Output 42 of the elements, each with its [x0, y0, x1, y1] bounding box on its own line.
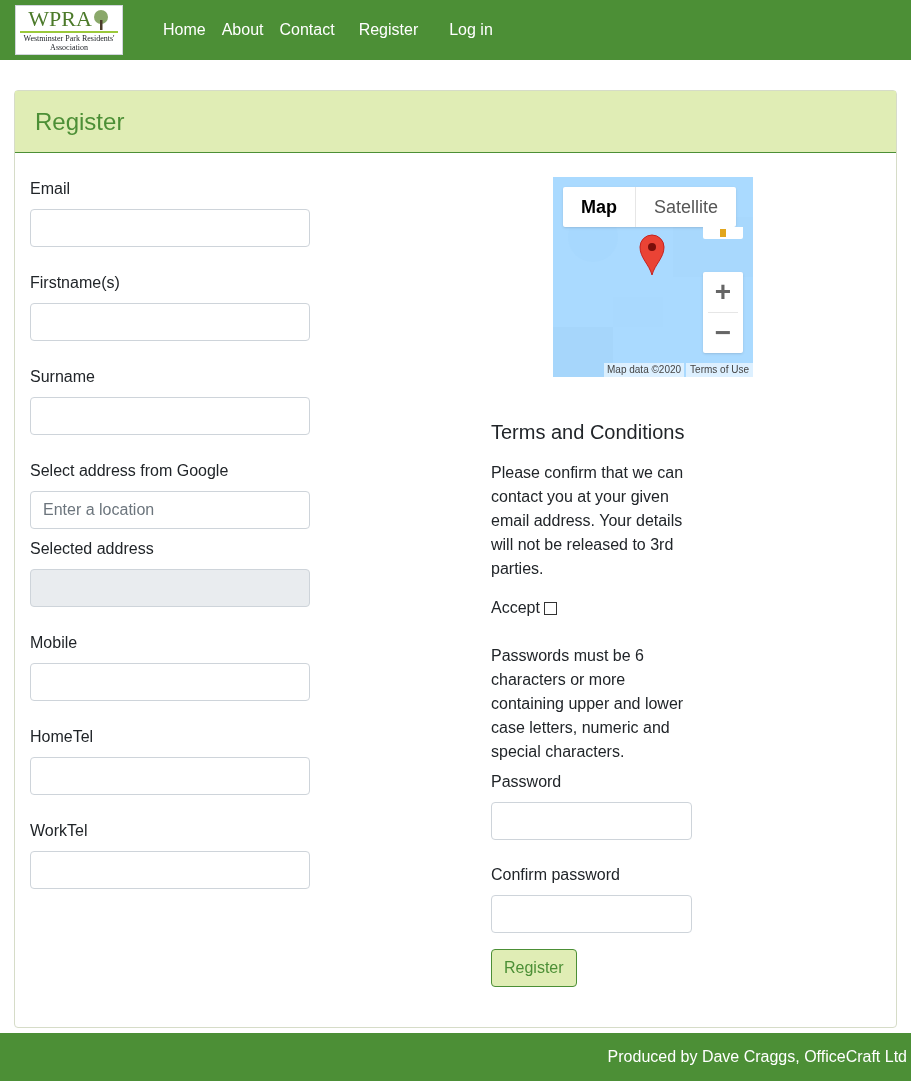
input-field[interactable]: Enter a location: [30, 491, 310, 529]
zoom-in-button[interactable]: +: [703, 272, 743, 312]
terms-text: Please confirm that we can contact you at your given email address. Your details will not be released to 3rd parties.: [491, 463, 685, 579]
input-field[interactable]: [30, 303, 310, 341]
password-field[interactable]: [491, 895, 692, 933]
card-title: Register: [35, 106, 125, 137]
field-label: Select address from Google: [30, 461, 230, 481]
input-field[interactable]: [30, 397, 310, 435]
nav-link[interactable]: About: [221, 18, 264, 42]
checkbox-label: Accept: [491, 598, 540, 618]
field-label: Confirm password: [491, 865, 621, 885]
footer-text: Produced by Dave Craggs, OfficeCraft Ltd: [607, 1047, 907, 1067]
map-pin-icon: [639, 234, 665, 276]
field-label: Email: [30, 179, 71, 199]
map-attribution: Map data ©2020: [604, 363, 685, 377]
logo-text: WPRA: [28, 8, 92, 30]
accept-checkbox[interactable]: [543, 601, 557, 615]
field-label: Selected address: [30, 539, 155, 559]
field-label: Firstname(s): [30, 273, 121, 293]
nav-link[interactable]: Register: [358, 18, 419, 42]
terms-link[interactable]: Terms of Use: [686, 363, 753, 377]
zoom-out-button[interactable]: −: [703, 313, 743, 353]
nav-link[interactable]: Log in: [449, 18, 493, 42]
field-label: HomeTel: [30, 727, 95, 747]
field-label: Password: [491, 772, 563, 792]
field-label: WorkTel: [30, 821, 89, 841]
section-heading: Terms and Conditions: [491, 420, 686, 444]
nav-link[interactable]: Home: [163, 18, 206, 42]
input-field[interactable]: [30, 757, 310, 795]
nav-link[interactable]: Contact: [279, 18, 335, 42]
input-field[interactable]: [30, 663, 310, 701]
password-field[interactable]: [491, 802, 692, 840]
map-type-button[interactable]: Map: [563, 187, 635, 227]
password-rules-text: Passwords must be 6 characters or more containing upper and lower case letters, numeric and special characters.: [491, 646, 685, 762]
input-field[interactable]: [30, 851, 310, 889]
logo-subtitle: Westminster Park Residents' Association: [22, 34, 116, 52]
register-button[interactable]: Register: [491, 949, 577, 987]
tree-icon: [91, 10, 110, 30]
input-field[interactable]: [30, 209, 310, 247]
site-logo[interactable]: WPRA Westminster Park Residents' Association: [15, 5, 123, 55]
field-label: Mobile: [30, 633, 79, 653]
field-label: Surname: [30, 367, 96, 387]
